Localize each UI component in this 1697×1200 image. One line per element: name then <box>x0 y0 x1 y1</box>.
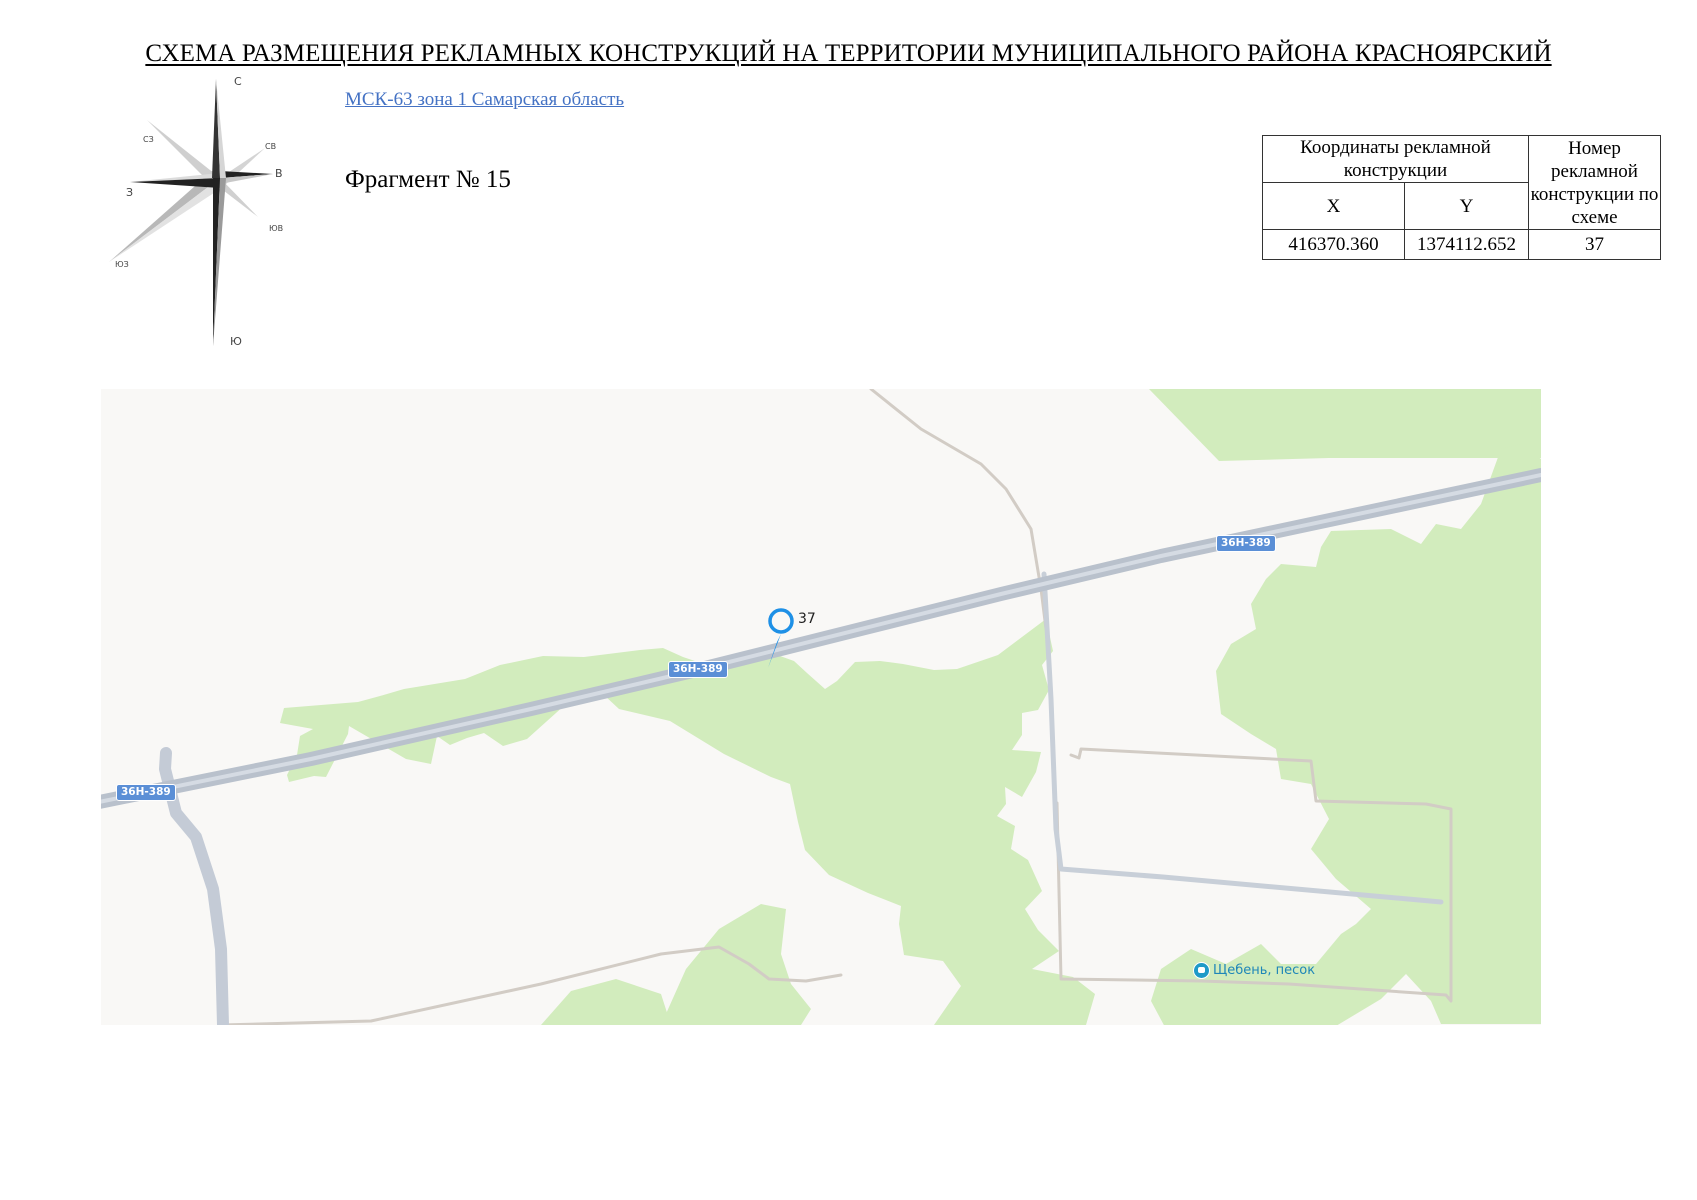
poi-icon <box>1193 962 1210 979</box>
fragment-label: Фрагмент № 15 <box>345 166 511 193</box>
table-header-row: Координаты рекламной конструкции Номер р… <box>1262 135 1661 230</box>
crs-link[interactable]: МСК-63 зона 1 Самарская область <box>345 89 624 111</box>
x-value: 416370.360 <box>1262 229 1405 260</box>
compass-rose-icon: С СВ В ЮВ Ю ЮЗ З СЗ <box>109 75 283 348</box>
road-shield: 36Н-389 <box>116 784 176 801</box>
poi-quarry[interactable]: Щебень, песок <box>1193 962 1315 979</box>
compass-n-label: С <box>234 75 242 88</box>
map-fragment[interactable]: 36Н-389 36Н-389 36Н-389 37 Щебень, песок <box>101 389 1541 1025</box>
y-header: Y <box>1404 182 1529 230</box>
road-shield: 36Н-389 <box>668 661 728 678</box>
compass-se-label: ЮВ <box>269 224 283 233</box>
compass-s-label: Ю <box>230 335 242 348</box>
number-value: 37 <box>1528 229 1661 260</box>
marker-label: 37 <box>798 611 816 627</box>
compass-sw-label: ЮЗ <box>115 260 129 269</box>
page-title: СХЕМА РАЗМЕЩЕНИЯ РЕКЛАМНЫХ КОНСТРУКЦИЙ Н… <box>145 40 1552 67</box>
x-header: X <box>1262 182 1405 230</box>
coordinates-table: Координаты рекламной конструкции Номер р… <box>1262 135 1661 260</box>
compass-ne-label: СВ <box>265 142 276 151</box>
compass-e-label: В <box>275 167 283 180</box>
compass-w-label: З <box>126 186 133 199</box>
poi-label: Щебень, песок <box>1213 963 1316 978</box>
forest-areas <box>280 389 1541 1025</box>
compass-nw-label: СЗ <box>143 135 154 144</box>
number-header: Номер рекламной конструкции по схеме <box>1528 135 1661 230</box>
coords-header: Координаты рекламной конструкции <box>1262 135 1529 183</box>
table-row: 416370.360 1374112.652 37 <box>1262 229 1661 260</box>
map-canvas <box>101 389 1541 1025</box>
road-shield: 36Н-389 <box>1216 535 1276 552</box>
y-value: 1374112.652 <box>1404 229 1529 260</box>
